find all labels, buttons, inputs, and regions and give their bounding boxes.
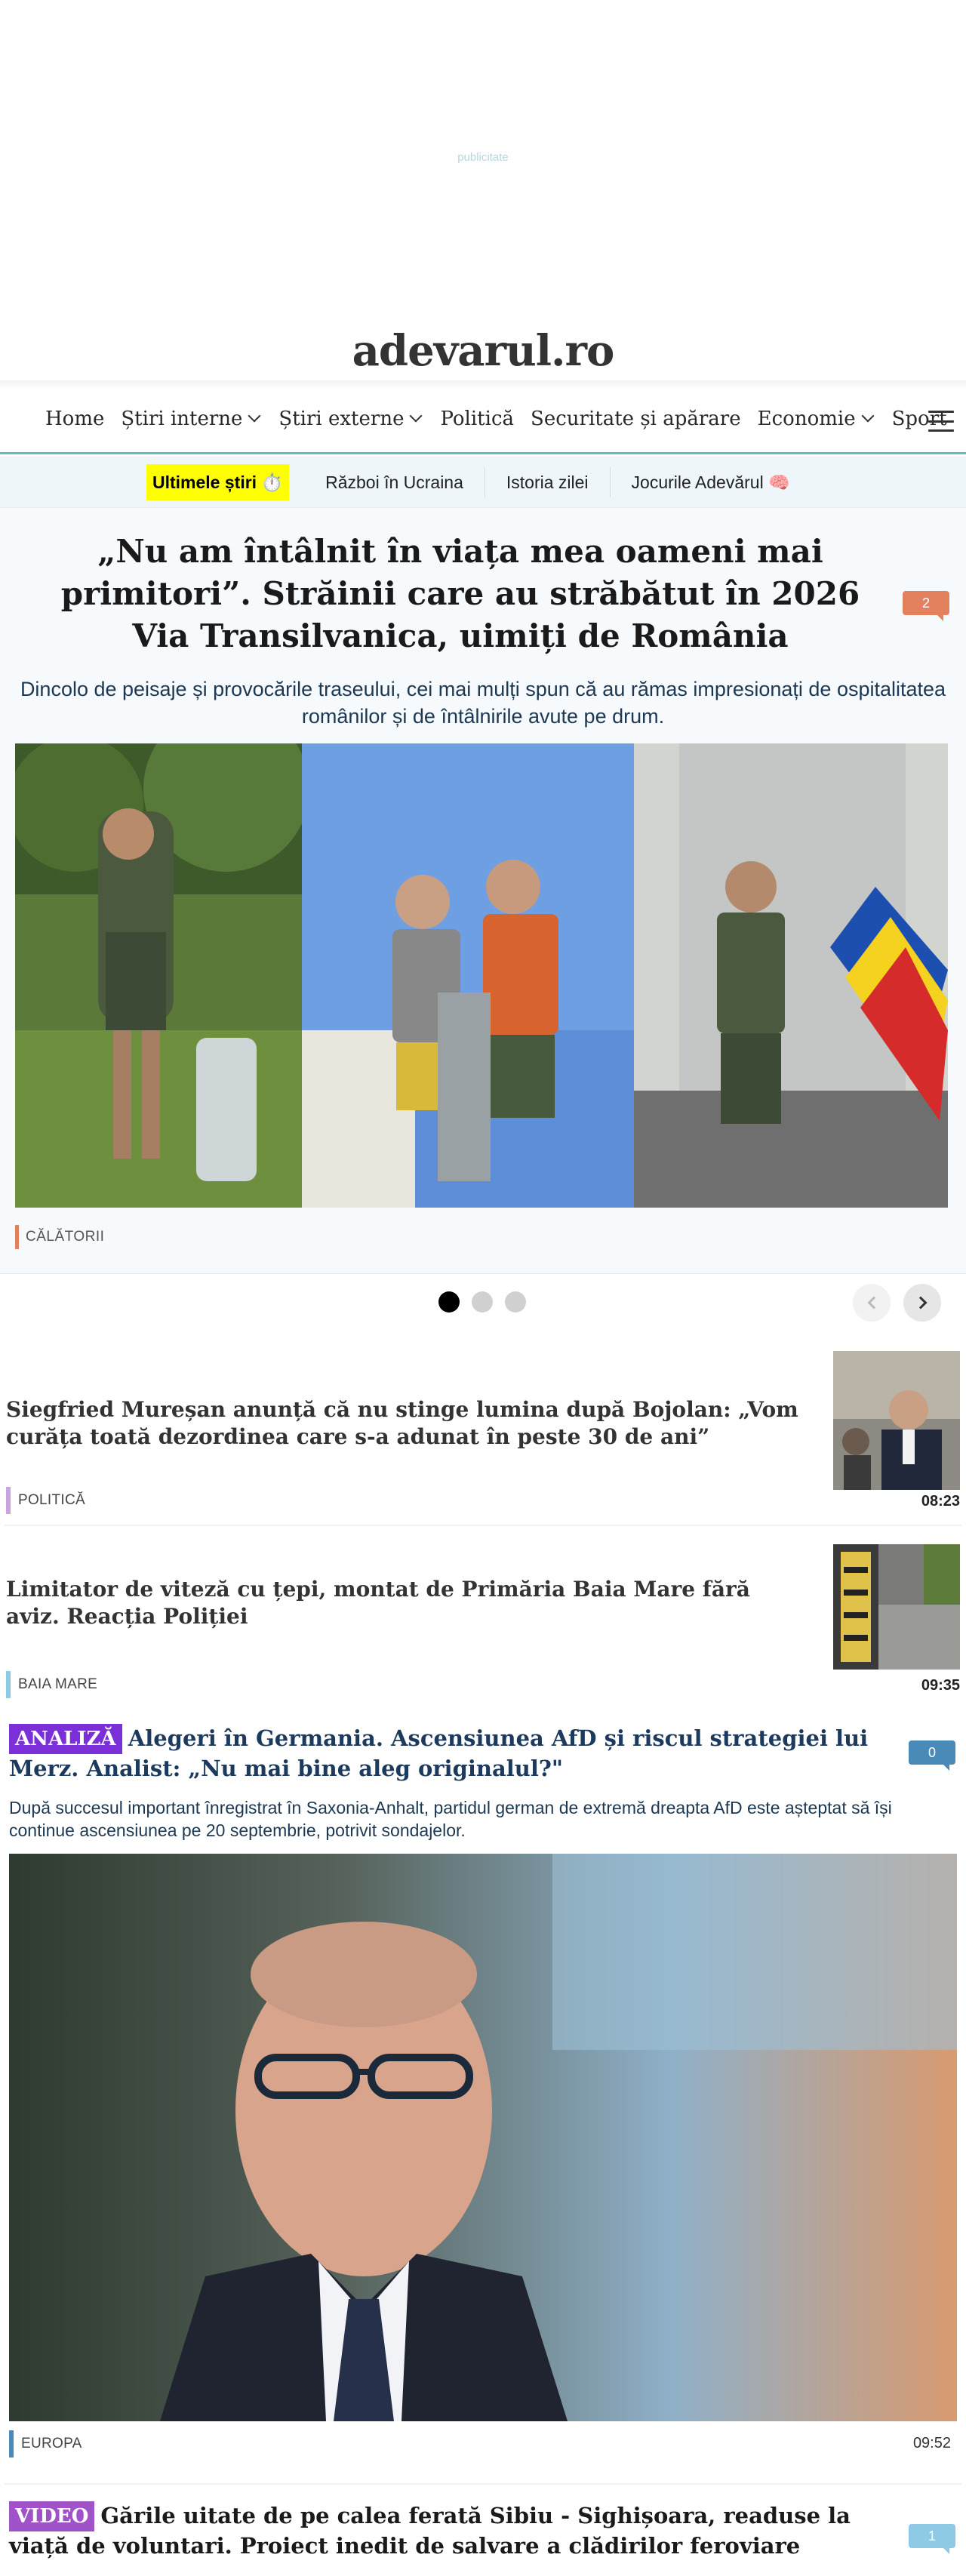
sub-nav: Ultimele știri ⏱️ Război în Ucraina Istori… bbox=[0, 457, 966, 508]
article-title[interactable]: Siegfried Mureșan anunță că nu stinge lu… bbox=[6, 1396, 806, 1451]
divider bbox=[5, 2483, 961, 2485]
featured-subtitle: După succesul important înregistrat în S… bbox=[9, 1798, 892, 1840]
hero-title[interactable]: „Nu am întâlnit în viața mea oameni mai … bbox=[30, 531, 891, 657]
nav-items: Home Știri interne Știri externe Politică Se… bbox=[45, 408, 947, 430]
comment-count: 2 bbox=[921, 595, 930, 611]
nav-item-home[interactable]: Home bbox=[45, 408, 104, 430]
featured-photo bbox=[9, 1854, 957, 2421]
featured-title[interactable]: ANALIZĂ Alegeri în Germania. Ascensiunea … bbox=[9, 1724, 877, 1783]
featured-image[interactable] bbox=[9, 1854, 957, 2421]
chevron-down-icon bbox=[861, 409, 875, 423]
nav-item-label: Politică bbox=[440, 408, 515, 430]
nav-item-economie[interactable]: Economie bbox=[758, 408, 875, 430]
hero-category[interactable]: CĂLĂTORII bbox=[15, 1225, 104, 1249]
carousel-dot[interactable] bbox=[438, 1291, 460, 1313]
hero-photo-collage bbox=[15, 743, 948, 1208]
subnav-item[interactable]: Ultimele știri ⏱️ bbox=[146, 464, 290, 500]
divider bbox=[5, 1525, 961, 1526]
comment-count: 1 bbox=[928, 2528, 936, 2544]
article-thumbnail[interactable] bbox=[833, 1351, 960, 1490]
featured-article: VIDEO Gările uitate de pe calea ferată Si… bbox=[0, 2491, 966, 2576]
nav-item-securitate-și-apărare[interactable]: Securitate și apărare bbox=[531, 408, 741, 430]
ad-label: publicitate bbox=[457, 151, 509, 164]
video-label: VIDEO bbox=[9, 2501, 95, 2531]
featured-title-text: Gările uitate de pe calea ferată Sibiu -… bbox=[9, 2503, 851, 2559]
logo-divider bbox=[0, 380, 966, 389]
carousel-dot[interactable] bbox=[472, 1291, 493, 1313]
carousel-next-button[interactable] bbox=[903, 1284, 941, 1322]
featured-time: 09:52 bbox=[912, 2435, 951, 2451]
carousel-dot[interactable] bbox=[505, 1291, 526, 1313]
article-item: Siegfried Mureșan anunță că nu stinge lu… bbox=[0, 1351, 966, 1522]
hero-subtitle: Dincolo de peisaje și provocările traseu… bbox=[20, 678, 946, 728]
article-time: 08:23 bbox=[921, 1493, 960, 1510]
featured-title-text: Alegeri în Germania. Ascensiunea AfD și … bbox=[9, 1725, 869, 1781]
article-item: Limitator de viteză cu țepi, montat de P… bbox=[0, 1544, 966, 1707]
subnav-items: Ultimele știri ⏱️ Război în Ucraina Istori… bbox=[146, 464, 811, 500]
carousel-prev-button[interactable] bbox=[853, 1284, 891, 1322]
article-title[interactable]: Limitator de viteză cu țepi, montat de P… bbox=[6, 1576, 806, 1630]
article-category[interactable]: BAIA MARE bbox=[6, 1671, 97, 1698]
main-nav: Home Știri interne Știri externe Politică Se… bbox=[0, 389, 966, 454]
analysis-label: ANALIZĂ bbox=[9, 1724, 122, 1754]
nav-item-label: Economie bbox=[757, 408, 856, 430]
site-logo[interactable]: adevarul.ro bbox=[0, 326, 966, 376]
nav-item-știri-interne[interactable]: Știri interne bbox=[121, 408, 262, 430]
thumbnail-image bbox=[833, 1351, 960, 1490]
chevron-left-icon bbox=[867, 1296, 880, 1310]
hero-article: „Nu am întâlnit în viața mea oameni mai … bbox=[0, 508, 966, 1274]
nav-item-label: Știri interne bbox=[121, 408, 243, 430]
article-category[interactable]: POLITICĂ bbox=[6, 1487, 85, 1514]
hero-image[interactable] bbox=[15, 743, 948, 1208]
subnav-item[interactable]: Război în Ucraina bbox=[304, 467, 485, 497]
nav-item-știri-externe[interactable]: Știri externe bbox=[278, 408, 423, 430]
featured-title[interactable]: VIDEO Gările uitate de pe calea ferată Si… bbox=[9, 2501, 877, 2560]
hamburger-icon[interactable] bbox=[928, 411, 954, 432]
comment-count-badge[interactable]: 1 bbox=[909, 2524, 955, 2554]
nav-item-label: Securitate și apărare bbox=[531, 408, 741, 430]
featured-article: ANALIZĂ Alegeri în Germania. Ascensiunea … bbox=[0, 1713, 966, 2465]
ad-banner[interactable]: publicitate bbox=[0, 0, 966, 317]
comment-count: 0 bbox=[928, 1744, 936, 1760]
subnav-item[interactable]: Istoria zilei bbox=[485, 467, 611, 497]
nav-item-label: Știri externe bbox=[278, 408, 405, 430]
chevron-right-icon bbox=[914, 1296, 927, 1310]
subnav-item[interactable]: Jocurile Adevărul 🧠 bbox=[611, 467, 811, 497]
featured-category[interactable]: EUROPA bbox=[9, 2430, 82, 2458]
nav-item-politică[interactable]: Politică bbox=[440, 408, 514, 430]
chevron-down-icon bbox=[248, 409, 261, 423]
comment-count-badge[interactable]: 0 bbox=[909, 1740, 955, 1771]
thumbnail-image bbox=[833, 1544, 960, 1670]
nav-item-label: Home bbox=[45, 408, 105, 430]
logo-text: adevarul.ro bbox=[352, 326, 615, 376]
chevron-down-icon bbox=[409, 409, 423, 423]
carousel-dots bbox=[438, 1291, 526, 1313]
comment-count-badge[interactable]: 2 bbox=[903, 591, 949, 621]
article-time: 09:35 bbox=[921, 1677, 960, 1694]
article-thumbnail[interactable] bbox=[833, 1544, 960, 1670]
